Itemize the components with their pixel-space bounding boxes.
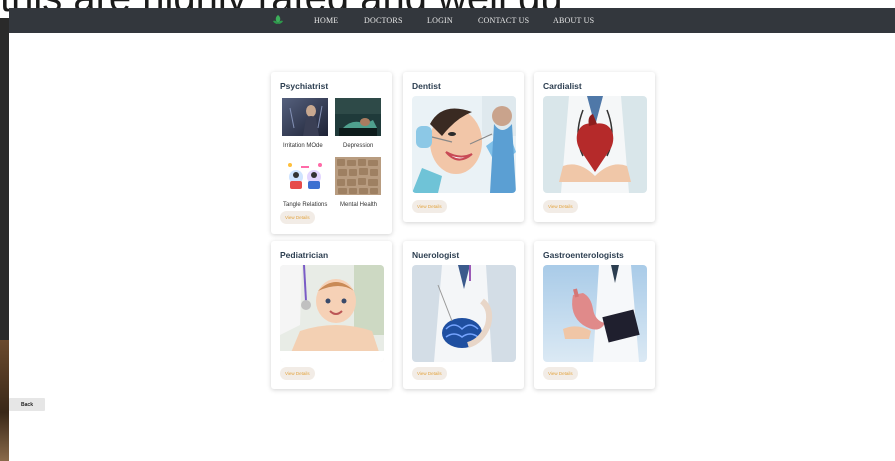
tangle-relations-image[interactable] xyxy=(282,157,328,195)
navbar: HOME DOCTORS LOGIN CONTACT US ABOUT US xyxy=(9,8,895,33)
sub-caption: Irritation MOde xyxy=(283,143,323,149)
view-details-button[interactable]: View Details xyxy=(412,200,447,213)
card-title-psychiatrist: Psychiatrist xyxy=(280,81,329,91)
sub-caption: Tangle Relations xyxy=(283,202,328,208)
card-gastroenterologists: Gastroenterologists View Details xyxy=(534,241,655,389)
card-pediatrician: Pediatrician View Details xyxy=(271,241,392,389)
irritation-mode-image[interactable] xyxy=(282,98,328,136)
gastroenterologists-image[interactable] xyxy=(543,265,647,362)
nav-doctors[interactable]: DOCTORS xyxy=(364,8,403,33)
card-psychiatrist: Psychiatrist Irritation MOde Depression … xyxy=(271,72,392,234)
card-title-neurologist: Nuerologist xyxy=(412,250,460,260)
nav-about-us[interactable]: ABOUT US xyxy=(553,8,594,33)
card-title-dentist: Dentist xyxy=(412,81,441,91)
sub-caption: Depression xyxy=(343,143,374,149)
page: HOME DOCTORS LOGIN CONTACT US ABOUT US P… xyxy=(9,8,895,461)
depression-image[interactable] xyxy=(335,98,381,136)
view-details-button[interactable]: View Details xyxy=(280,367,315,380)
view-details-button[interactable]: View Details xyxy=(543,367,578,380)
nav-login[interactable]: LOGIN xyxy=(427,8,453,33)
card-title-gastroenterologists: Gastroenterologists xyxy=(543,250,624,260)
neurologist-image[interactable] xyxy=(412,265,516,362)
nav-contact-us[interactable]: CONTACT US xyxy=(478,8,529,33)
card-neurologist: Nuerologist View Details xyxy=(403,241,524,389)
view-details-button[interactable]: View Details xyxy=(543,200,578,213)
nav-home[interactable]: HOME xyxy=(314,8,338,33)
sub-caption: Mental Health xyxy=(340,202,378,208)
leaf-logo-icon[interactable] xyxy=(271,13,285,27)
cardialist-image[interactable] xyxy=(543,96,647,193)
view-details-button[interactable]: View Details xyxy=(412,367,447,380)
dentist-image[interactable] xyxy=(412,96,516,193)
card-title-pediatrician: Pediatrician xyxy=(280,250,329,260)
card-dentist: Dentist View Details xyxy=(403,72,524,222)
back-button[interactable]: Back xyxy=(9,398,45,411)
card-cardialist: Cardialist View Details xyxy=(534,72,655,222)
view-details-button[interactable]: View Details xyxy=(280,211,315,224)
pediatrician-image[interactable] xyxy=(280,265,384,362)
mental-health-image[interactable] xyxy=(335,157,381,195)
card-title-cardialist: Cardialist xyxy=(543,81,582,91)
